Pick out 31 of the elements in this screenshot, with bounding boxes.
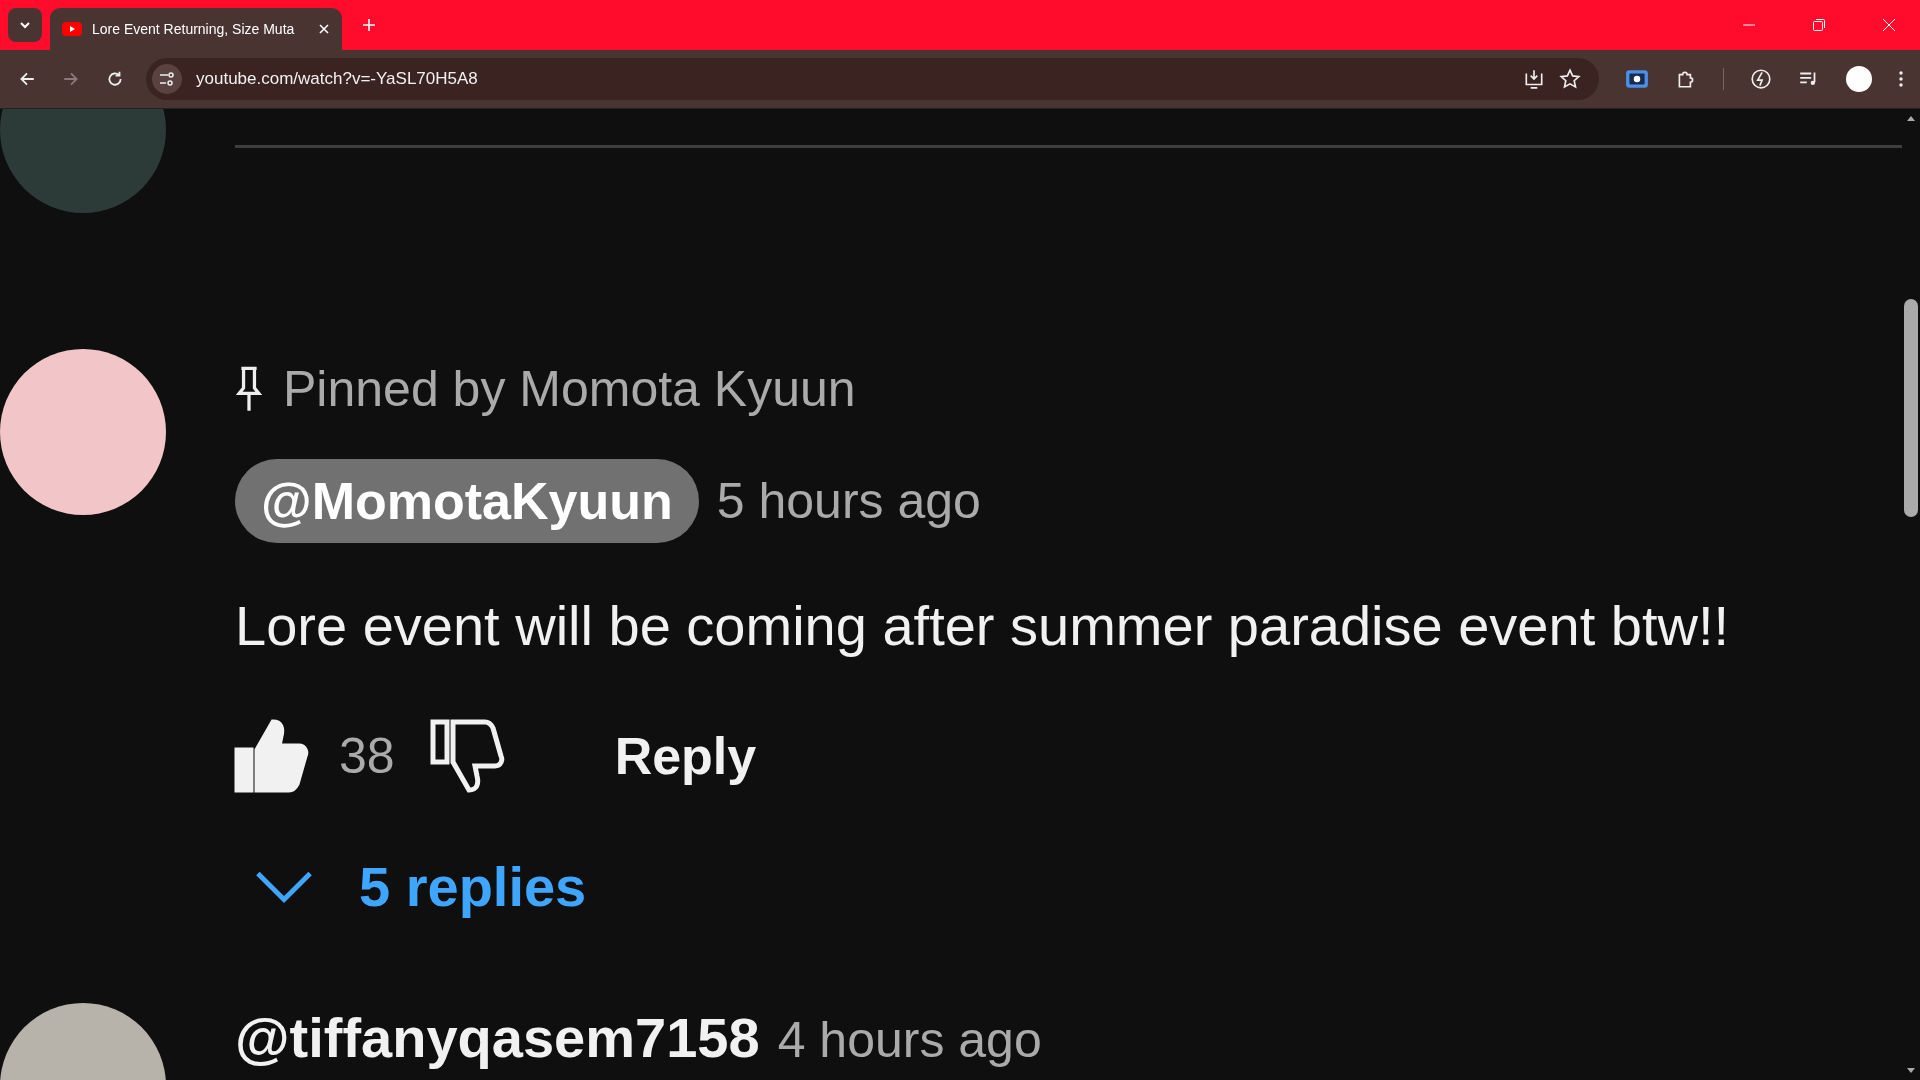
screenshot-extension-icon[interactable] [1625, 69, 1649, 89]
profile-avatar[interactable] [1846, 66, 1872, 92]
install-app-icon[interactable] [1523, 68, 1545, 90]
new-tab-icon[interactable] [362, 18, 376, 32]
forward-icon[interactable] [62, 70, 80, 88]
author-link[interactable]: @tiffanyqasem7158 [235, 1005, 760, 1070]
pin-icon [235, 365, 263, 413]
comment-time: 5 hours ago [716, 472, 981, 530]
performance-icon[interactable] [1750, 68, 1772, 90]
menu-icon[interactable] [1898, 69, 1904, 89]
back-icon[interactable] [18, 70, 36, 88]
star-icon[interactable] [1559, 68, 1581, 90]
scroll-up-icon[interactable] [1907, 115, 1915, 121]
show-replies-button[interactable]: 5 replies [235, 854, 587, 919]
browser-tab[interactable]: Lore Event Returning, Size Muta [50, 8, 342, 50]
comment-time: 4 hours ago [777, 1011, 1042, 1069]
address-bar[interactable]: youtube.com/watch?v=-YaSL70H5A8 [146, 58, 1599, 100]
reply-button[interactable]: Reply [614, 726, 757, 786]
like-count: 38 [339, 727, 395, 785]
comment-text: Lore event will be coming after summer paradise event btw!! [235, 593, 1730, 658]
restore-icon[interactable] [1812, 18, 1826, 32]
reload-icon[interactable] [106, 70, 124, 88]
pinned-label: Pinned by Momota Kyuun [283, 360, 856, 418]
tab-list-button[interactable] [8, 8, 42, 42]
site-settings-icon[interactable] [152, 64, 182, 94]
tab-title: Lore Event Returning, Size Muta [92, 21, 296, 37]
scrollbar-thumb[interactable] [1904, 299, 1918, 517]
author-link[interactable]: @MomotaKyuun [235, 459, 699, 543]
scroll-down-icon[interactable] [1907, 1068, 1915, 1074]
video-logo-icon [62, 22, 82, 36]
close-icon[interactable] [318, 23, 330, 35]
